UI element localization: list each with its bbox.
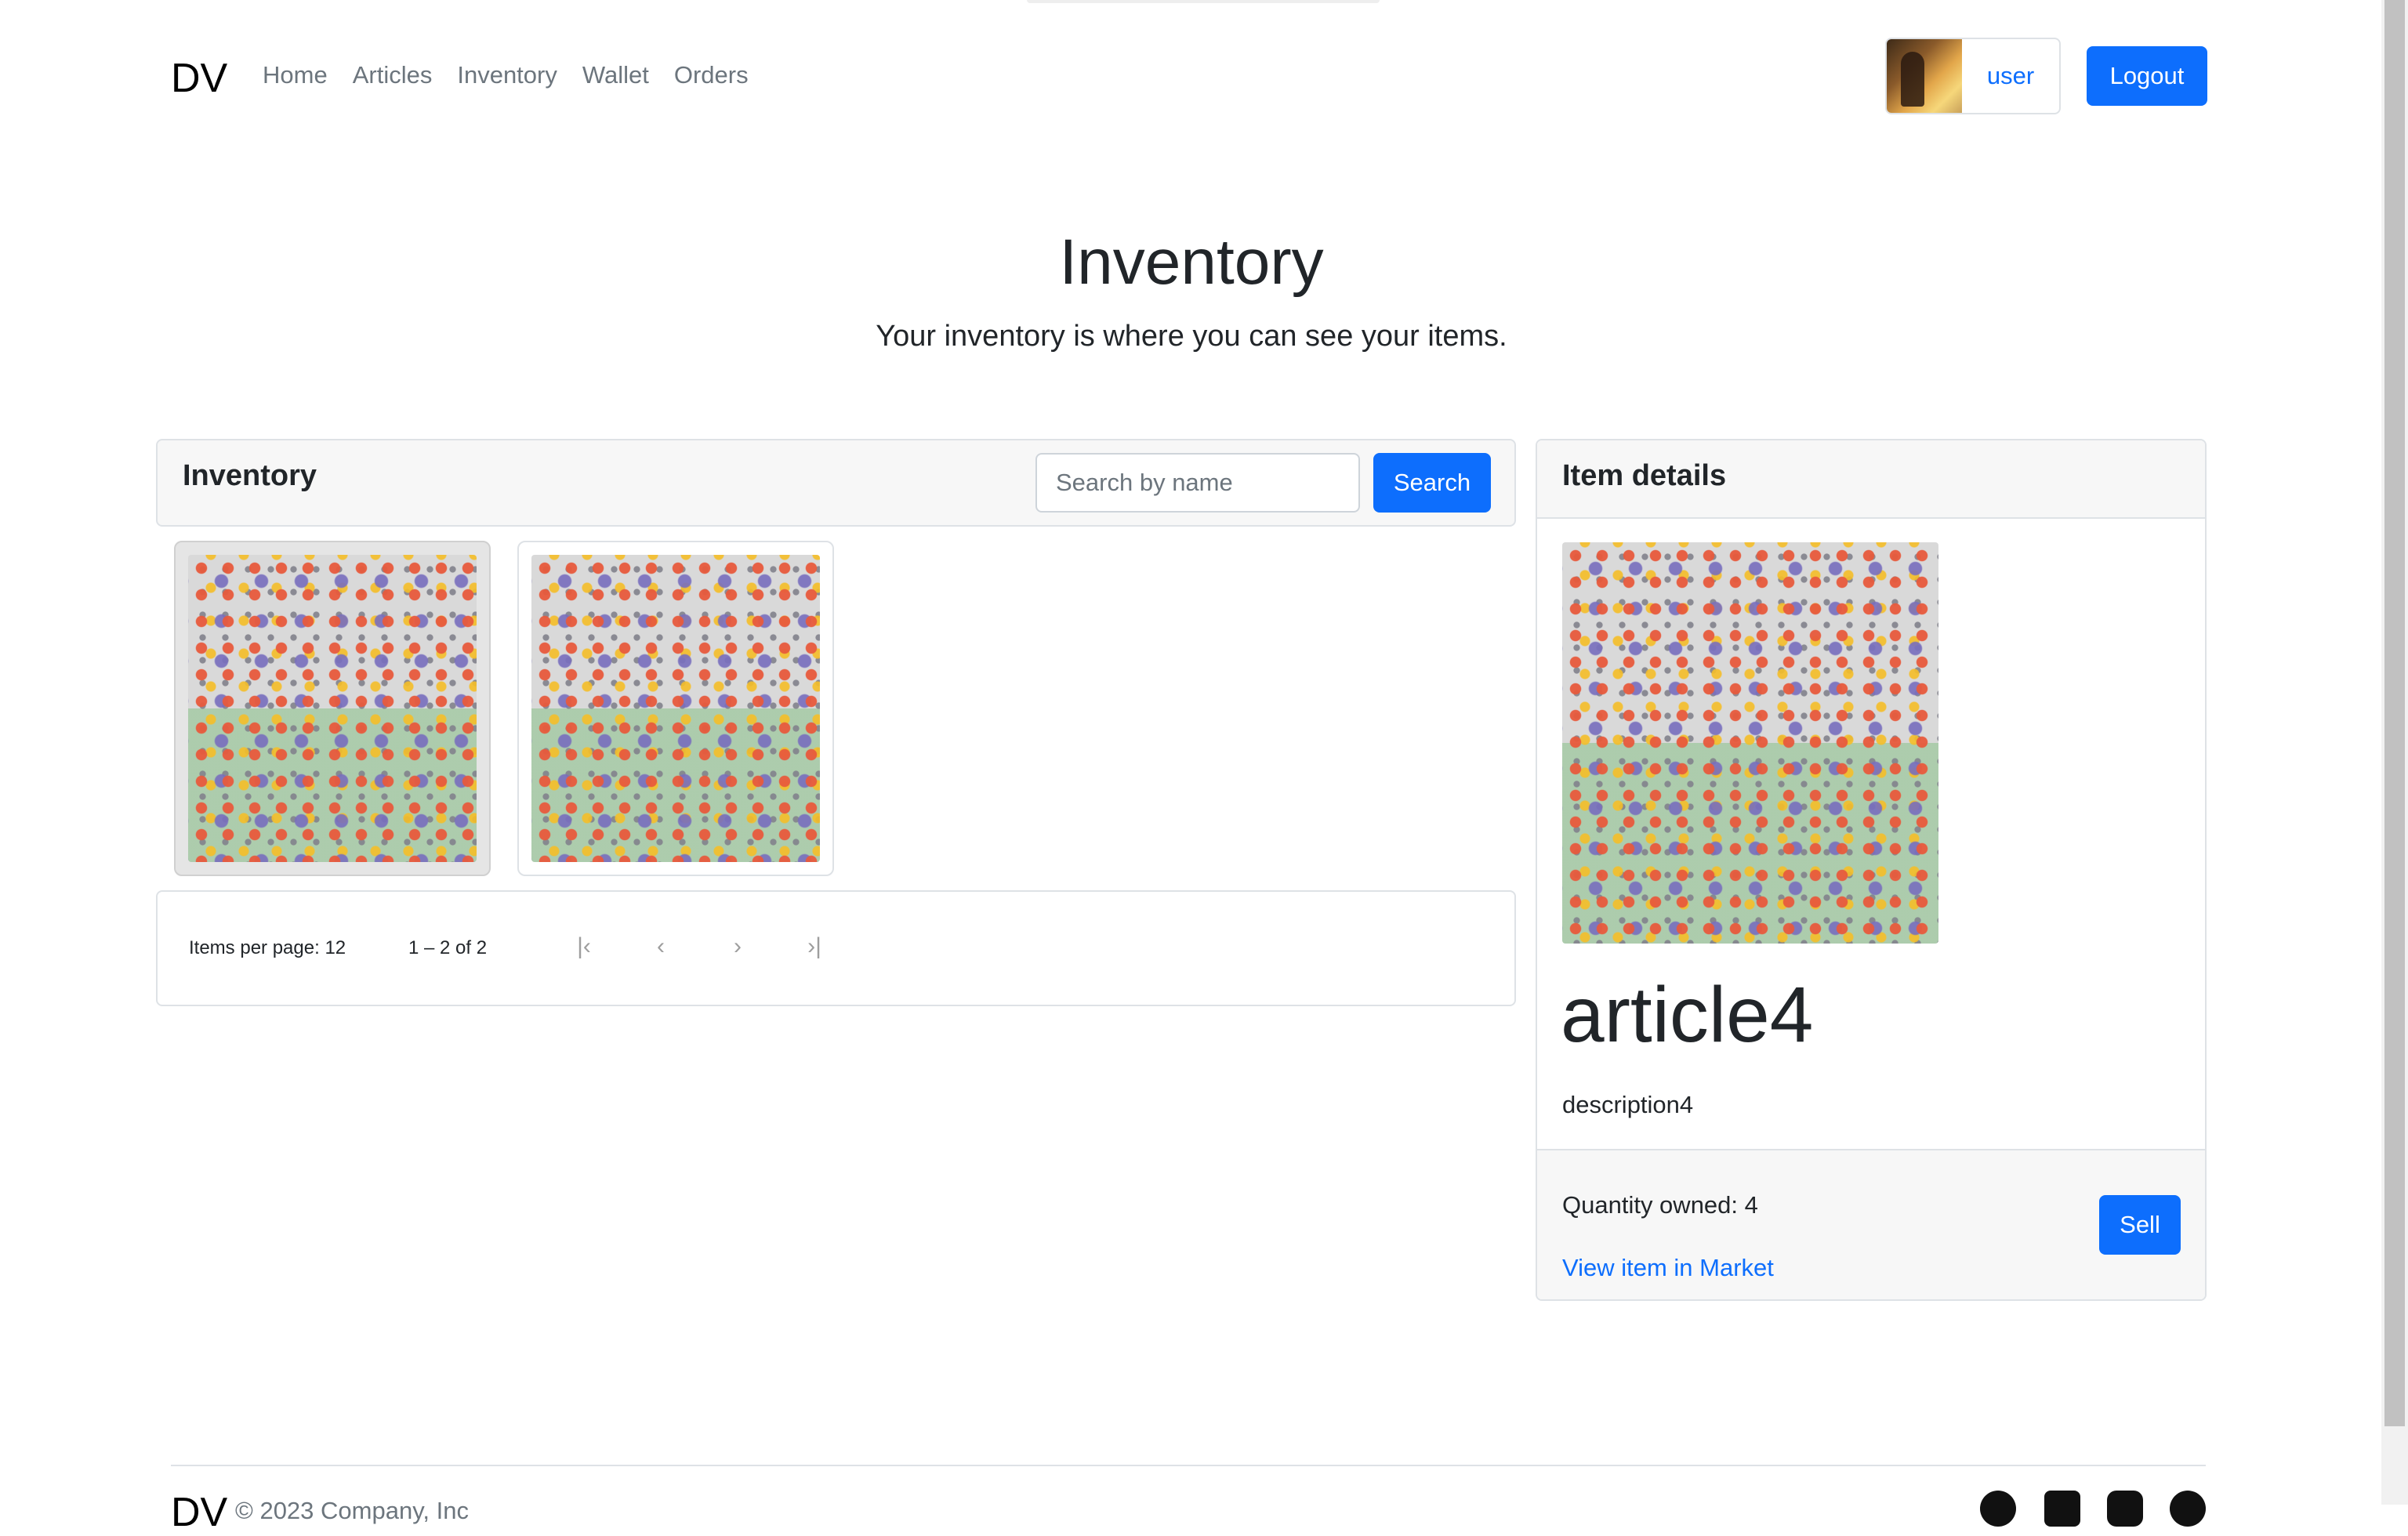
inventory-card-title: Inventory <box>183 459 317 492</box>
item-details-title: Item details <box>1562 459 1727 492</box>
inventory-grid <box>174 541 834 876</box>
instagram-icon[interactable] <box>2107 1491 2143 1527</box>
last-page-icon[interactable]: ›| <box>796 928 833 965</box>
top-edge-bar <box>1027 0 1380 3</box>
nav-articles[interactable]: Articles <box>353 61 433 89</box>
page-scrollbar[interactable] <box>2381 0 2408 1505</box>
item-detail-image <box>1562 542 1938 944</box>
page-range-label: 1 – 2 of 2 <box>408 937 488 958</box>
footer-logo[interactable]: DV <box>171 1489 227 1536</box>
item-description: description4 <box>1562 1091 1694 1118</box>
user-profile-button[interactable]: user <box>1885 38 2061 114</box>
search-input[interactable] <box>1035 453 1360 513</box>
item-image <box>531 555 820 862</box>
view-in-market-link[interactable]: View item in Market <box>1562 1254 1774 1282</box>
nav-wallet[interactable]: Wallet <box>582 61 649 89</box>
previous-page-icon[interactable]: ‹ <box>642 928 680 965</box>
page-subtitle: Your inventory is where you can see your… <box>876 320 1507 353</box>
item-image <box>188 555 477 862</box>
footer-copyright: © 2023 Company, Inc <box>235 1497 469 1524</box>
inventory-item-card-selected[interactable] <box>174 541 491 876</box>
github-icon[interactable] <box>1980 1491 2016 1527</box>
avatar <box>1887 39 1962 113</box>
items-per-page-value[interactable]: 12 <box>325 937 346 958</box>
item-detail-sprite-sheet <box>1562 542 1938 944</box>
nav-inventory[interactable]: Inventory <box>457 61 557 89</box>
first-page-icon[interactable]: |‹ <box>565 928 603 965</box>
footer-divider <box>171 1465 2206 1466</box>
quantity-owned: Quantity owned: 4 <box>1562 1191 1758 1219</box>
twitter-icon[interactable] <box>2044 1491 2080 1527</box>
username-label: user <box>1986 62 2035 89</box>
items-per-page-label: Items per page: 12 <box>189 937 346 958</box>
paginator: Items per page: 12 1 – 2 of 2 |‹ ‹ › ›| <box>156 890 1516 1006</box>
item-name: article4 <box>1561 971 1814 1059</box>
item-details-header: Item details <box>1537 440 2205 519</box>
next-page-icon[interactable]: › <box>719 928 756 965</box>
brand-logo[interactable]: DV <box>171 55 227 102</box>
facebook-icon[interactable] <box>2170 1491 2206 1527</box>
inventory-card-header: Inventory Search <box>156 439 1516 527</box>
scrollbar-thumb[interactable] <box>2384 0 2405 1426</box>
sell-button[interactable]: Sell <box>2099 1195 2181 1255</box>
inventory-item-card[interactable] <box>517 541 834 876</box>
main-nav: Home Articles Inventory Wallet Orders <box>263 61 749 89</box>
nav-home[interactable]: Home <box>263 61 328 89</box>
page-title: Inventory <box>1059 226 1324 298</box>
logout-button[interactable]: Logout <box>2087 46 2207 106</box>
search-button[interactable]: Search <box>1373 453 1491 513</box>
nav-orders[interactable]: Orders <box>674 61 749 89</box>
